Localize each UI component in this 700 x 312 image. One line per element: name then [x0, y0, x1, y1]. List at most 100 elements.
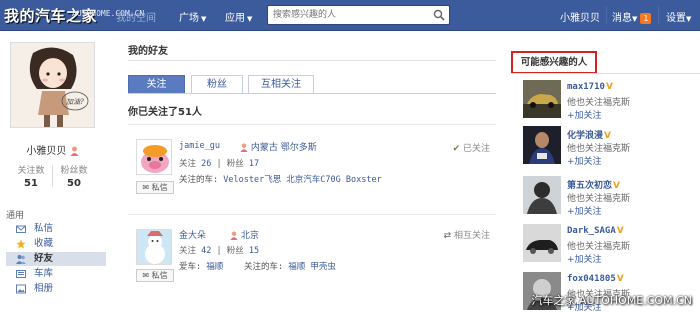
sidebar-item-label: 车库	[34, 268, 54, 279]
profile-name[interactable]: 小雅贝贝	[10, 142, 95, 157]
sidebar-item-friends[interactable]: 好友	[6, 252, 106, 266]
suggestion-name[interactable]: fox041805V	[567, 274, 624, 284]
suggestion-name[interactable]: max1710V	[567, 82, 613, 92]
tab-fans[interactable]: 粉丝	[191, 75, 243, 94]
plus-icon: +	[567, 111, 575, 121]
followed-cars-label: 关注的车:	[179, 175, 219, 185]
own-car-value[interactable]: 福顺	[206, 262, 223, 272]
follow-button[interactable]: +加关注	[567, 154, 602, 167]
mutual-follow-icon: ⇄	[443, 231, 452, 241]
suggestion-avatar[interactable]	[523, 80, 561, 118]
follow-status-label: 已关注	[462, 144, 490, 154]
follow-count[interactable]: 42	[201, 246, 211, 256]
female-user-icon	[230, 231, 238, 240]
verified-icon: V	[604, 131, 611, 141]
follow-status[interactable]: ⇄ 相互关注	[444, 228, 490, 241]
message-button[interactable]: ✉ 私信	[136, 181, 174, 194]
following-count-text: 你已关注了51人	[128, 107, 202, 118]
own-car: 爱车: 福顺	[179, 260, 223, 272]
suggestion-name-text: Dark_SAGA	[567, 226, 616, 236]
stat-value: 51	[24, 178, 38, 189]
site-watermark: 汽车之家 AUTOHOME.COM.CN	[531, 294, 692, 307]
sidebar-item-album[interactable]: 相册	[6, 282, 106, 296]
follow-count[interactable]: 26	[201, 159, 211, 169]
followed-cars-list[interactable]: Veloster飞思 北京汽车C70G Boxster	[223, 175, 381, 185]
friends-icon	[16, 255, 26, 264]
sidebar-item-label: 收藏	[34, 238, 54, 249]
suggestion-avatar[interactable]	[523, 224, 561, 262]
search-box	[267, 5, 450, 25]
avatar-caption: 加油?	[66, 98, 84, 106]
sidebar-section-title: 通用	[6, 211, 25, 221]
settings-link[interactable]: 设置▼	[666, 9, 691, 24]
nav-square[interactable]: 广场 ▼	[179, 9, 206, 24]
follow-status-label: 相互关注	[453, 231, 490, 241]
tab-mutual[interactable]: 互相关注	[248, 75, 314, 94]
chevron-down-icon: ▼	[686, 15, 692, 23]
friend-location: 内蒙古 鄂尔多斯	[240, 140, 317, 153]
mail-icon	[16, 225, 26, 233]
mail-icon: ✉	[142, 183, 150, 192]
nav-apps[interactable]: 应用 ▼	[225, 9, 252, 24]
friend-avatar[interactable]	[136, 139, 172, 175]
profile-avatar[interactable]: 加油?	[10, 42, 95, 128]
nav-my-space[interactable]: 我的空间	[116, 9, 156, 24]
friend-name[interactable]: 金大朵	[179, 228, 206, 241]
female-user-icon	[240, 143, 248, 152]
car-photo	[523, 224, 561, 262]
sidebar-item-garage[interactable]: 车库	[6, 267, 106, 281]
friend-avatar[interactable]	[136, 229, 172, 265]
follow-label: 关注	[179, 246, 197, 256]
suggestion-item: max1710V 他也关注福克斯 +加关注	[523, 80, 693, 130]
message-button-label: 私信	[151, 183, 168, 192]
following-stat[interactable]: 关注数 51	[10, 163, 52, 189]
verified-icon: V	[616, 226, 624, 236]
suggestions-title: 可能感兴趣的人	[511, 51, 597, 74]
follow-button-label: 加关注	[574, 207, 602, 217]
search-icon[interactable]	[433, 9, 445, 21]
suggestion-name[interactable]: Dark_SAGAV	[567, 226, 624, 236]
settings-label: 设置	[666, 13, 686, 24]
suggestion-avatar[interactable]	[523, 176, 561, 214]
divider	[511, 73, 700, 74]
divider	[128, 93, 496, 94]
followed-cars-list[interactable]: 福顺 甲壳虫	[288, 262, 336, 272]
follow-button[interactable]: +加关注	[567, 204, 602, 217]
messages-link[interactable]: 消息▼ 1	[612, 9, 652, 24]
mail-icon: ✉	[142, 271, 150, 280]
friend-location-text: 北京	[240, 231, 259, 241]
followed-cars: 关注的车: Veloster飞思 北京汽车C70G Boxster	[179, 173, 382, 185]
portrait-photo	[523, 176, 561, 214]
user-name-link[interactable]: 小雅贝贝	[560, 9, 600, 24]
chevron-down-icon: ▼	[632, 15, 638, 23]
sports-photo	[523, 126, 561, 164]
tab-following[interactable]: 关注	[128, 75, 185, 94]
own-car-label: 爱车:	[179, 262, 202, 272]
follow-button-label: 加关注	[574, 157, 602, 167]
suggestion-item: 第五次初恋V 他也关注福克斯 +加关注	[523, 176, 693, 226]
friend-name[interactable]: jamie_gu	[179, 141, 220, 151]
suggestion-item: Dark_SAGAV 他也关注福克斯 +加关注	[523, 224, 693, 274]
car-photo	[523, 80, 561, 118]
stat-value: 50	[67, 178, 81, 189]
sidebar-item-messages[interactable]: 私信	[6, 222, 106, 236]
album-icon	[16, 284, 26, 294]
message-button[interactable]: ✉ 私信	[136, 269, 174, 282]
fans-count[interactable]: 15	[249, 246, 259, 256]
verified-icon: V	[613, 181, 620, 191]
follow-button[interactable]: +加关注	[567, 252, 602, 265]
suggestion-name[interactable]: 第五次初恋V	[567, 178, 620, 191]
female-user-icon	[70, 146, 79, 156]
message-button-label: 私信	[151, 271, 168, 280]
follow-status[interactable]: ✔ 已关注	[453, 141, 490, 154]
chevron-down-icon: ▼	[247, 15, 253, 23]
fans-count[interactable]: 17	[249, 159, 259, 169]
suggestion-reason: 他也关注福克斯	[567, 144, 631, 154]
suggestion-avatar[interactable]	[523, 126, 561, 164]
suggestion-name[interactable]: 化学浪漫V	[567, 128, 611, 141]
sidebar-item-favorites[interactable]: 收藏	[6, 237, 106, 251]
search-input[interactable]	[268, 6, 428, 24]
page-title: 我的好友	[128, 46, 168, 57]
follow-button[interactable]: +加关注	[567, 108, 602, 121]
fans-stat[interactable]: 粉丝数 50	[53, 163, 95, 189]
